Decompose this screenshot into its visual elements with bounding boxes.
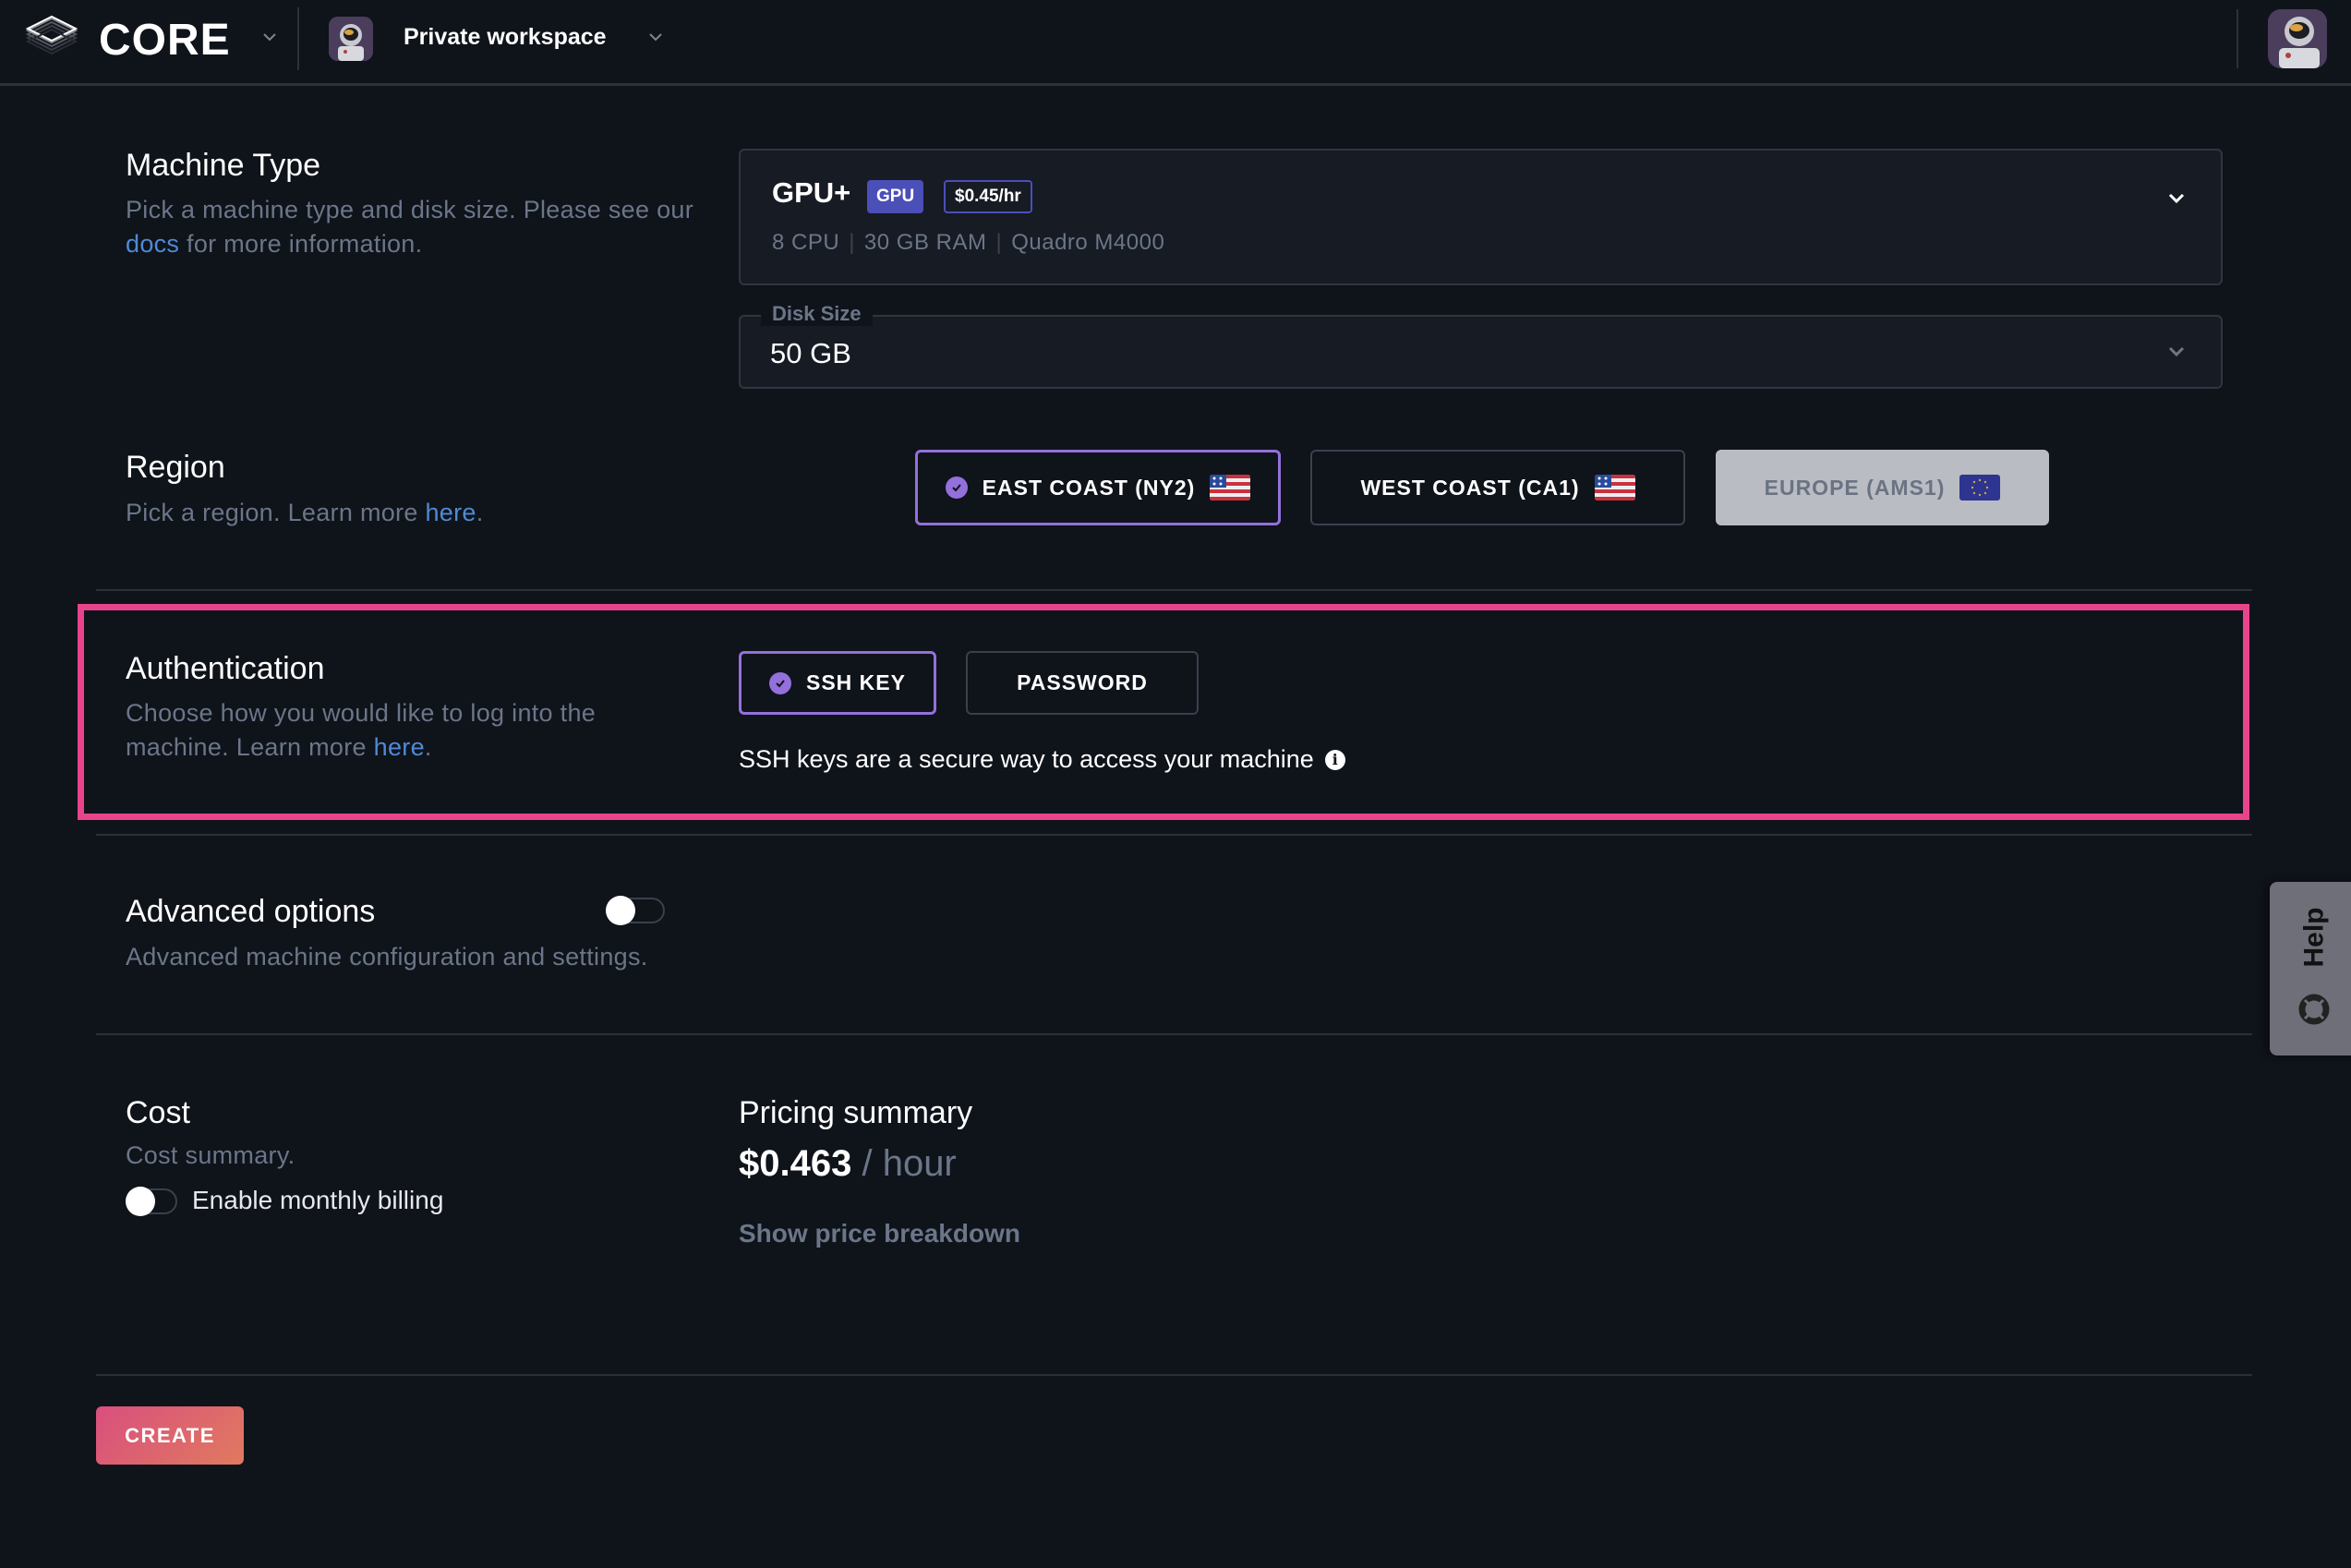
price-badge: $0.45/hr (944, 180, 1032, 213)
pricing-summary-title: Pricing summary (739, 1095, 973, 1130)
header-divider (297, 7, 299, 70)
docs-link[interactable]: docs (126, 230, 179, 258)
description-text: . (424, 733, 432, 761)
description-text: Choose how you would like to log into th… (126, 699, 597, 761)
advanced-options-toggle[interactable] (606, 896, 665, 925)
chevron-down-icon[interactable] (2165, 187, 2188, 210)
user-avatar[interactable] (2268, 9, 2327, 68)
description-text: Pick a region. Learn more (126, 499, 426, 526)
show-price-breakdown-link[interactable]: Show price breakdown (739, 1219, 1020, 1248)
brand-name[interactable]: CORE (99, 15, 231, 66)
info-text: SSH keys are a secure way to access your… (739, 745, 1314, 773)
eu-flag-icon (1959, 475, 2001, 501)
region-option-west-coast[interactable]: WEST COAST (CA1) (1310, 450, 1685, 525)
auth-label: SSH KEY (806, 670, 906, 694)
us-flag-icon (1210, 475, 1251, 501)
region-label: EUROPE (AMS1) (1764, 475, 1946, 500)
region-description: Pick a region. Learn more here. (126, 496, 717, 530)
description-text: Pick a machine type and disk size. Pleas… (126, 196, 694, 223)
section-divider (96, 834, 2252, 836)
cost-title: Cost (126, 1095, 190, 1130)
cost-description: Cost summary. (126, 1141, 295, 1169)
machine-specs: 8 CPU | 30 GB RAM | Quadro M4000 (772, 230, 1164, 256)
auth-info-text: SSH keys are a secure way to access your… (739, 745, 1345, 774)
region-label: WEST COAST (CA1) (1360, 475, 1580, 500)
gpu-badge: GPU (867, 180, 924, 213)
authentication-description: Choose how you would like to log into th… (126, 696, 661, 765)
core-logo-icon[interactable] (24, 15, 79, 68)
auth-label: PASSWORD (1017, 670, 1148, 694)
monthly-billing-toggle[interactable] (126, 1187, 177, 1216)
advanced-options-title: Advanced options (126, 894, 376, 929)
machine-type-description: Pick a machine type and disk size. Pleas… (126, 193, 717, 261)
region-learn-more-link[interactable]: here (425, 499, 476, 526)
advanced-options-description: Advanced machine configuration and setti… (126, 943, 648, 971)
description-text: . (476, 499, 484, 526)
description-text: for more information. (179, 230, 423, 258)
machine-type-select[interactable]: GPU+ GPU $0.45/hr 8 CPU | 30 GB RAM | Quadro… (739, 149, 2223, 285)
authentication-title: Authentication (126, 651, 325, 686)
astronaut-icon (2268, 9, 2327, 68)
monthly-billing-label: Enable monthly billing (192, 1186, 444, 1214)
header-divider (2236, 9, 2238, 68)
gpu-spec: Quadro M4000 (1011, 230, 1165, 255)
section-divider (96, 1374, 2252, 1376)
pricing-amount: $0.463 / hour (739, 1143, 957, 1185)
help-tab[interactable]: Help (2270, 882, 2351, 1055)
spec-separator: | (849, 230, 855, 255)
region-option-east-coast[interactable]: EAST COAST (NY2) (915, 450, 1281, 525)
info-icon[interactable]: i (1324, 749, 1345, 770)
disk-size-value: 50 GB (770, 337, 851, 369)
machine-name: GPU+ (772, 176, 851, 209)
toggle-knob (126, 1187, 155, 1216)
region-label: EAST COAST (NY2) (982, 475, 1196, 500)
astronaut-icon (329, 17, 373, 61)
cpu-spec: 8 CPU (772, 230, 840, 255)
price-value: $0.463 (739, 1143, 852, 1184)
region-option-europe[interactable]: EUROPE (AMS1) (1716, 450, 2049, 525)
check-circle-icon (945, 476, 968, 499)
price-unit: / hour (862, 1143, 957, 1184)
section-divider (96, 589, 2252, 591)
auth-learn-more-link[interactable]: here (374, 733, 425, 761)
disk-size-label: Disk Size (761, 302, 873, 326)
toggle-knob (606, 896, 635, 925)
lifebuoy-icon (2298, 994, 2330, 1025)
disk-size-select[interactable]: Disk Size 50 GB (739, 302, 2223, 389)
auth-option-password[interactable]: PASSWORD (966, 651, 1199, 715)
auth-option-ssh-key[interactable]: SSH KEY (739, 651, 936, 715)
help-label-wrap: Help (2296, 900, 2333, 974)
region-title: Region (126, 450, 225, 485)
chevron-down-icon[interactable] (260, 28, 279, 46)
top-nav: CORE Private workspace (0, 0, 2351, 86)
spec-separator: | (995, 230, 1003, 255)
chevron-down-icon[interactable] (646, 28, 665, 46)
us-flag-icon (1594, 475, 1635, 501)
machine-type-title: Machine Type (126, 148, 321, 183)
workspace-name[interactable]: Private workspace (404, 24, 607, 51)
help-label: Help (2298, 907, 2330, 968)
create-button[interactable]: CREATE (96, 1406, 244, 1465)
ram-spec: 30 GB RAM (863, 230, 987, 255)
workspace-avatar[interactable] (329, 17, 373, 61)
chevron-down-icon[interactable] (2165, 341, 2188, 363)
section-divider (96, 1033, 2252, 1035)
check-circle-icon (769, 671, 791, 694)
